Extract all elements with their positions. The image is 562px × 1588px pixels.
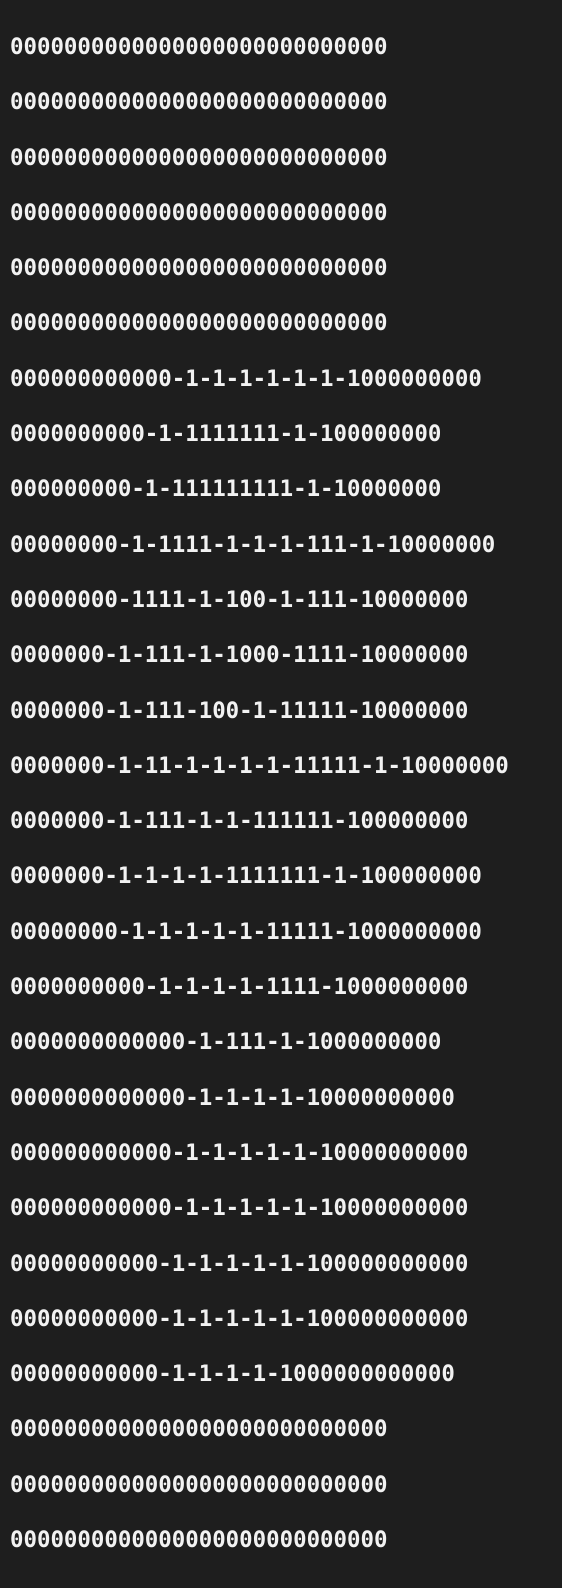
output-line: 0000000-1-111-100-1-11111-10000000	[10, 697, 469, 724]
output-line: 0000000-1-1-1-1-1111111-1-100000000	[10, 863, 482, 890]
output-lines: 0000000000000000000000000000 00000000000…	[10, 34, 562, 1582]
output-line: 0000000-1-111-1-1000-1111-10000000	[10, 642, 469, 669]
output-line: 0000000000-1-1111111-1-100000000	[10, 421, 442, 448]
output-line: 0000000000000-1-1-1-1-10000000000	[10, 1084, 455, 1111]
output-line: 0000000-1-11-1-1-1-1-11111-1-10000000	[10, 752, 509, 779]
output-line: 00000000-1-1111-1-1-1-111-1-10000000	[10, 531, 496, 558]
output-line: 00000000-1-1-1-1-1-11111-1000000000	[10, 918, 482, 945]
output-line: 000000000000-1-1-1-1-1-1-1000000000	[10, 365, 482, 392]
console-output-pane: 0000000000000000000000000000 00000000000…	[0, 0, 562, 1588]
output-line: 0000000000000000000000000000	[10, 310, 388, 337]
output-line: 0000000-1-111-1-1-111111-100000000	[10, 808, 469, 835]
output-line: 00000000000-1-1-1-1-1000000000000	[10, 1361, 455, 1388]
output-line: 0000000000000000000000000000	[10, 255, 388, 282]
output-line: 0000000000000000000000000000	[10, 144, 388, 171]
output-line: 0000000000000-1-111-1-1000000000	[10, 1029, 442, 1056]
output-line: 000000000000-1-1-1-1-1-10000000000	[10, 1195, 469, 1222]
output-line: 00000000000-1-1-1-1-1-100000000000	[10, 1250, 469, 1277]
output-line: 0000000000000000000000000000	[10, 1527, 388, 1554]
output-line: 0000000000000000000000000000	[10, 1471, 388, 1498]
output-line: 0000000000000000000000000000	[10, 1416, 388, 1443]
output-line: 0000000000000000000000000000	[10, 89, 388, 116]
output-line: 000000000-1-111111111-1-10000000	[10, 476, 442, 503]
output-line: 000000000000-1-1-1-1-1-10000000000	[10, 1139, 469, 1166]
output-line: 00000000000-1-1-1-1-1-100000000000	[10, 1305, 469, 1332]
output-line: 0000000000-1-1-1-1-1111-1000000000	[10, 974, 469, 1001]
output-line: 00000000-1111-1-100-1-111-10000000	[10, 586, 469, 613]
output-line: 0000000000000000000000000000	[10, 199, 388, 226]
output-line: 0000000000000000000000000000	[10, 34, 388, 60]
